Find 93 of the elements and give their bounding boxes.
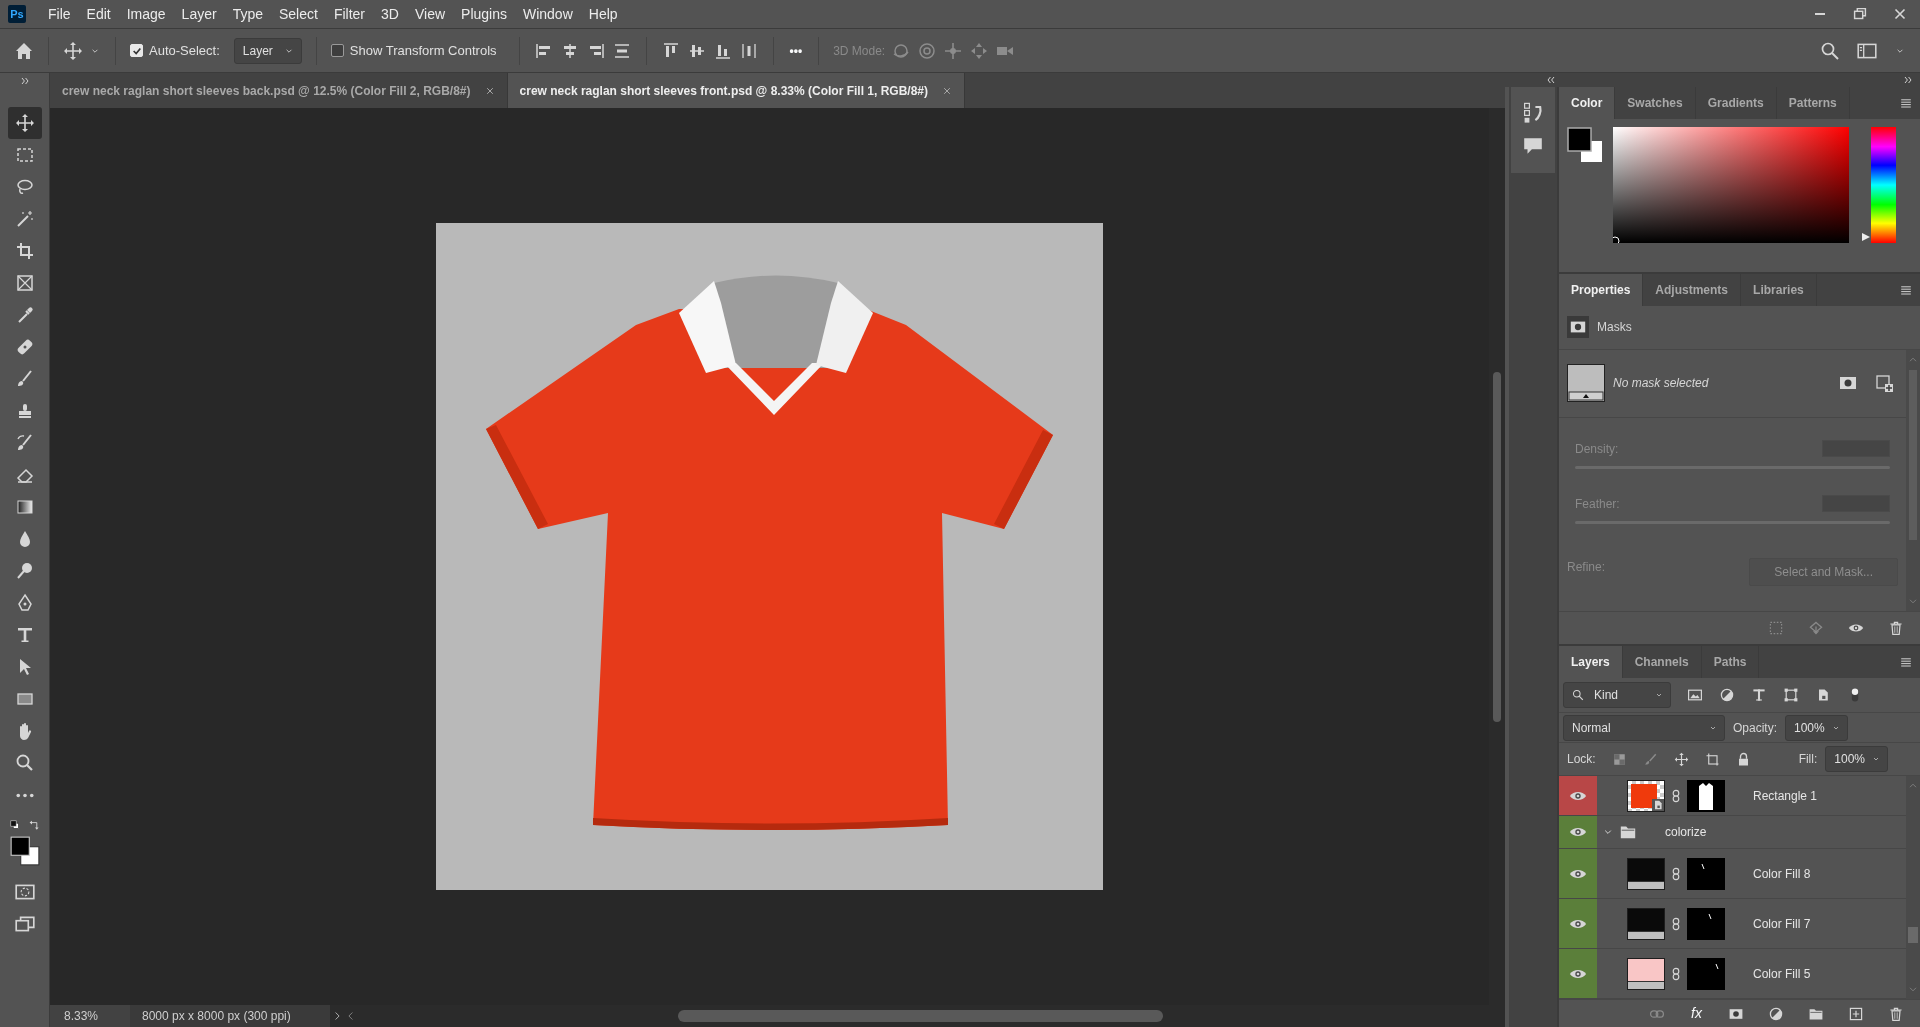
- expand-icon[interactable]: [1902, 74, 1914, 86]
- layer-thumbnail[interactable]: [1627, 779, 1665, 812]
- adjustment-layer-icon[interactable]: [1768, 1005, 1784, 1022]
- minimize-icon: [1813, 12, 1827, 16]
- swap-colors-icon[interactable]: [28, 819, 41, 831]
- roll-icon: [917, 40, 938, 61]
- menu-item[interactable]: Edit: [78, 1, 119, 27]
- opacity-label: Opacity:: [1733, 719, 1777, 737]
- menu-item[interactable]: Image: [118, 1, 174, 27]
- checkbox-label: Auto-Select:: [149, 41, 220, 60]
- layers-scrollbar[interactable]: [1906, 776, 1920, 999]
- document-tab[interactable]: crew neck raglan short sleeves back.psd @ 12.5% (Color Fill 2, RGB/8#): [62, 81, 471, 100]
- layer-thumbnail[interactable]: [1627, 857, 1665, 890]
- lock-label: Lock:: [1567, 751, 1596, 769]
- mask-thumbnail: [1567, 364, 1605, 403]
- pan-icon: [943, 40, 964, 61]
- crop-tool-icon: [14, 241, 35, 261]
- fill-field[interactable]: 100%: [1825, 746, 1888, 773]
- color-swatches[interactable]: [8, 835, 41, 867]
- layer-name[interactable]: Color Fill 5: [1753, 964, 1811, 983]
- scrollbar-thumb[interactable]: [1493, 372, 1501, 722]
- search-icon[interactable]: [1820, 40, 1840, 61]
- smart-object-badge-icon: [1652, 798, 1664, 811]
- layer-thumbnail[interactable]: [1627, 907, 1665, 940]
- panel-tab[interactable]: Color: [1559, 87, 1616, 119]
- search-icon: [1572, 688, 1584, 701]
- horizontal-scrollbar[interactable]: [678, 1010, 1163, 1022]
- menu-item[interactable]: Layer: [173, 1, 225, 27]
- panel-tab[interactable]: Layers: [1559, 646, 1623, 679]
- frame-tool-icon: [14, 273, 35, 293]
- effects-button[interactable]: fx: [1689, 1001, 1704, 1026]
- adjustment-filter-icon[interactable]: [1719, 686, 1735, 703]
- vector-mask-icon[interactable]: [1874, 373, 1894, 394]
- move-icon[interactable]: [63, 40, 83, 61]
- layer-mask-thumbnail[interactable]: [1687, 857, 1725, 890]
- layer-name[interactable]: Color Fill 8: [1753, 864, 1811, 883]
- gradient-tool-icon: [14, 497, 35, 517]
- filter-dropdown[interactable]: Kind: [1563, 681, 1671, 708]
- hue-slider-thumb[interactable]: [1861, 232, 1871, 243]
- hue-slider[interactable]: [1861, 127, 1896, 243]
- tool-button[interactable]: [7, 107, 42, 139]
- shape-filter-icon[interactable]: [1783, 686, 1799, 703]
- default-colors-icon[interactable]: [8, 819, 21, 831]
- menu-item[interactable]: Plugins: [453, 1, 515, 27]
- history-icon[interactable]: [1521, 101, 1545, 125]
- opacity-field[interactable]: 100%: [1785, 714, 1848, 741]
- lock-transparency-icon[interactable]: [1611, 751, 1627, 767]
- menu-item[interactable]: File: [40, 1, 79, 27]
- lock-artboard-icon[interactable]: [1704, 751, 1720, 767]
- panel-tab[interactable]: Properties: [1559, 273, 1644, 306]
- layer-name[interactable]: colorize: [1665, 823, 1707, 842]
- blend-mode-dropdown[interactable]: Normal: [1563, 714, 1725, 741]
- color-field[interactable]: [1613, 127, 1849, 243]
- marquee-tool-icon: [14, 145, 35, 165]
- section-title: Masks: [1597, 319, 1632, 337]
- collapse-icon[interactable]: [1545, 74, 1557, 86]
- checkbox-label: Show Transform Controls: [349, 41, 497, 60]
- menu-item[interactable]: Window: [514, 1, 581, 27]
- mask-status: No mask selected: [1613, 375, 1709, 393]
- zoom-level[interactable]: 8.33%: [50, 1005, 130, 1027]
- document-info: 8000 px x 8000 px (300 ppi): [130, 1005, 330, 1027]
- mask-icon: [1567, 316, 1589, 339]
- lasso-tool-icon: [14, 177, 35, 197]
- trash-icon[interactable]: [1888, 620, 1904, 637]
- more-button[interactable]: •••: [787, 39, 805, 62]
- layer-mask-thumbnail[interactable]: [1687, 779, 1725, 812]
- home-icon[interactable]: [14, 40, 34, 61]
- app-logo: Ps: [8, 5, 26, 23]
- layer-thumbnail[interactable]: [1627, 957, 1665, 990]
- more-tool-icon: [15, 792, 34, 798]
- menu-item[interactable]: Select: [271, 1, 326, 27]
- layer-name[interactable]: Rectangle 1: [1753, 786, 1818, 805]
- lock-position-icon[interactable]: [1673, 751, 1689, 767]
- menu-item[interactable]: 3D: [373, 1, 407, 27]
- menu-item[interactable]: View: [406, 1, 454, 27]
- layer-mask-thumbnail[interactable]: [1687, 957, 1725, 990]
- fill-label: Fill:: [1798, 751, 1818, 769]
- menu-item[interactable]: Help: [580, 1, 626, 27]
- color-swatches[interactable]: [1567, 127, 1603, 163]
- zoom-tool-icon: [14, 753, 35, 773]
- move-tool-icon: [14, 113, 35, 133]
- layer-mask-thumbnail[interactable]: [1687, 907, 1725, 940]
- target-dropdown[interactable]: Layer: [233, 37, 302, 64]
- menu-item[interactable]: Filter: [325, 1, 374, 27]
- scrollbar-thumb[interactable]: [1908, 927, 1918, 943]
- trash-icon[interactable]: [1888, 1005, 1904, 1022]
- dodge-tool-icon: [14, 561, 35, 581]
- type-filter-icon[interactable]: [1751, 686, 1767, 703]
- layer-name[interactable]: Color Fill 7: [1753, 914, 1811, 933]
- menu-item[interactable]: Type: [224, 1, 271, 27]
- panel-scrollbar[interactable]: [1906, 349, 1920, 612]
- new-layer-icon[interactable]: [1848, 1005, 1864, 1022]
- checkbox[interactable]: [330, 44, 344, 57]
